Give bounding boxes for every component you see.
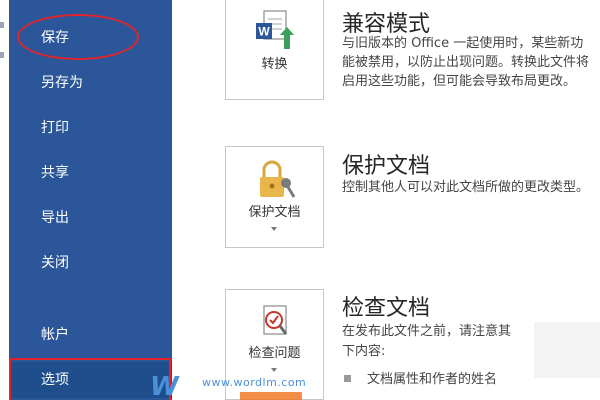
nav-print[interactable]: 打印: [9, 110, 172, 146]
nav-save-as[interactable]: 另存为: [9, 65, 172, 101]
watermark-logo: W: [150, 372, 179, 400]
bullet-square-icon: [344, 375, 351, 382]
svg-text:W: W: [258, 25, 270, 39]
inspect-document-icon: [263, 305, 288, 335]
nav-account[interactable]: 帐户: [9, 317, 172, 353]
nav-share[interactable]: 共享: [9, 155, 172, 191]
convert-button[interactable]: W 转换: [225, 0, 324, 100]
compat-mode-description: 与旧版本的 Office 一起使用时，某些新功能被禁用，以防止出现问题。转换此文…: [342, 36, 590, 89]
inspect-bullet-text: 文档属性和作者的姓名: [367, 372, 498, 387]
backstage-content: W 转换 兼容模式 与旧版本的 Office 一起使用时，某些新功能被禁用，以防…: [172, 0, 600, 400]
scroll-overlay: [534, 322, 600, 378]
inspect-bullet: 文档属性和作者的姓名: [344, 368, 497, 387]
nav-close[interactable]: 关闭: [9, 245, 172, 281]
watermark-bar: [240, 392, 302, 400]
left-edge: [0, 0, 9, 400]
dropdown-caret-icon: [271, 227, 277, 231]
site-watermark: W www.wordlm.com: [150, 372, 330, 400]
nav-export[interactable]: 导出: [9, 200, 172, 236]
word-convert-icon: W: [256, 10, 294, 49]
edge-marker: [0, 22, 4, 28]
inspect-document-title: 检查文档: [342, 296, 431, 321]
check-issues-label: 检查问题: [248, 346, 301, 361]
highlight-box-options: [9, 358, 171, 400]
highlight-ellipse-save: [17, 14, 139, 60]
protect-document-button[interactable]: 保护文档: [225, 146, 324, 248]
convert-label: 转换: [261, 57, 288, 72]
edge-marker: [0, 52, 4, 58]
backstage-sidebar: 保存 另存为 打印 共享 导出 关闭 帐户 选项: [0, 0, 172, 400]
protect-document-label: 保护文档: [248, 205, 301, 220]
watermark-url: www.wordlm.com: [202, 376, 307, 389]
word-backstage-info: 保存 另存为 打印 共享 导出 关闭 帐户 选项 W 转换 兼容模式 与旧版本的…: [0, 0, 600, 400]
lock-key-icon: [260, 160, 296, 198]
protect-document-description: 控制其他人可以对此文档所做的更改类型。: [342, 180, 590, 195]
protect-document-title: 保护文档: [342, 154, 431, 179]
